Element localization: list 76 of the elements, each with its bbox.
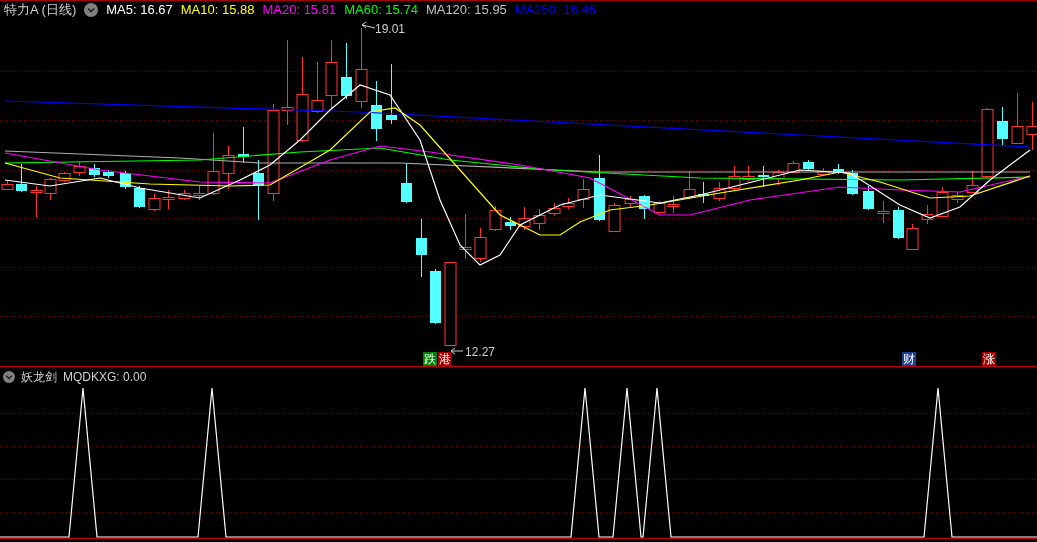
candlestick [966,170,979,194]
stock-title: 特力A (日线) [4,1,77,19]
candlestick [577,178,590,209]
signal-marker: 跌 [423,352,437,366]
candlestick [698,181,709,204]
candlestick [833,163,844,175]
candlestick [30,185,43,218]
candlestick [772,169,785,186]
candlestick [401,162,412,204]
candlestick [103,169,114,179]
candlestick [936,186,949,218]
chevron-down-icon[interactable] [3,371,15,383]
candlestick [505,216,516,231]
candlestick [430,268,441,325]
candlestick [758,165,769,188]
candlestick [683,170,696,200]
candlestick [548,202,561,217]
moving-average-label: MA5: 16.67 [106,1,173,19]
moving-average-label: MA10: 15.88 [180,1,255,19]
signal-marker: 涨 [982,352,996,366]
candlestick [489,205,502,232]
candlestick [893,206,904,240]
indicator-reading: MQDKXG: 0.00 [63,369,147,385]
candlestick [533,208,546,231]
candlestick [16,163,27,193]
candlestick [713,181,726,202]
candlestick [73,161,86,177]
candlestick [906,223,919,251]
moving-average-label: MA250: 16.46 [514,1,596,19]
candlestick [863,185,874,211]
candlestick [921,204,934,225]
candlestick [951,191,964,204]
candlestick [386,63,397,125]
high-price-label: 19.01 [375,21,406,38]
candlestick [120,170,131,190]
candlestick [371,80,382,142]
candlestick [787,160,800,174]
candlestick [341,42,352,100]
candlestick [877,200,890,224]
candlestick [562,197,575,210]
candlestick [803,159,814,171]
candlestick [253,159,264,221]
leader-line [361,21,376,29]
candlestick [594,154,605,222]
candlestick [997,106,1008,146]
signal-marker: 港 [438,352,452,366]
candlestick [817,167,830,176]
moving-average-label: MA60: 15.74 [344,1,418,19]
candlestick [222,145,235,190]
moving-average-label: MA120: 15.95 [425,1,507,19]
candlestick [459,213,472,260]
candlestick [325,39,338,109]
indicator-title: 妖龙剑 [21,369,57,385]
candlestick [608,202,621,233]
moving-average-label: MA20: 15.81 [262,1,337,19]
low-price-label: 12.27 [465,344,496,361]
candlestick [1011,92,1024,145]
candlestick [981,107,994,179]
leader-line [450,347,464,355]
signal-marker: 财 [902,352,916,366]
candlestick [238,126,249,164]
chevron-down-icon[interactable] [84,3,99,17]
candlestick [518,206,531,231]
candlestick [162,189,175,210]
candlestick [847,169,858,196]
candlestick [653,200,666,214]
candlestick [624,195,637,209]
candlestick [89,163,100,178]
candlestick [474,227,487,263]
candlestick [178,189,191,201]
candlestick [311,61,324,114]
candlestick [639,194,650,220]
candlestick [667,195,680,214]
candlestick [148,193,161,212]
candlestick [416,218,427,278]
candlestick [134,185,145,209]
